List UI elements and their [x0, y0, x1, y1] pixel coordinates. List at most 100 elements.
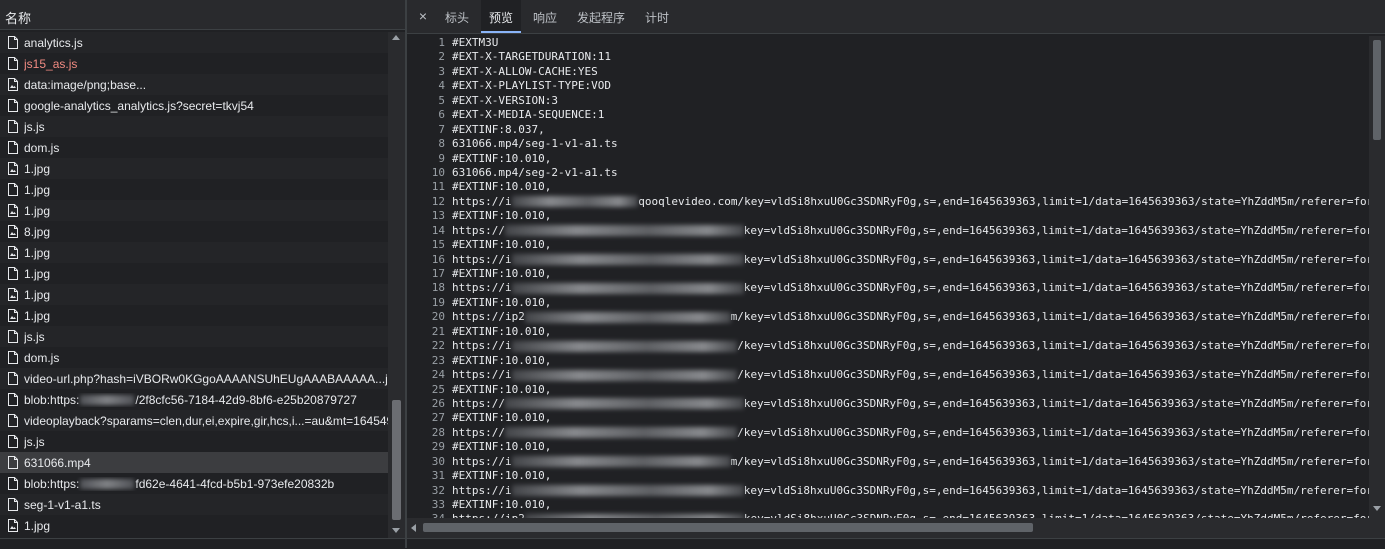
request-name: dom.js: [24, 350, 60, 365]
request-row[interactable]: data:image/png;base...: [0, 74, 388, 95]
request-row[interactable]: blob:https:/2f8cfc56-7184-42d9-8bf6-e25b…: [0, 389, 388, 410]
code-text: #EXTINF:10.010,: [452, 180, 552, 194]
code-line: 14 https:// key=vldSi8hxuU0Gc3SDNRyF0g,s=,…: [407, 224, 1369, 238]
document-icon: [8, 330, 18, 343]
tab-response[interactable]: 响应: [531, 0, 559, 33]
request-row[interactable]: 1.jpg: [0, 200, 388, 221]
request-row[interactable]: 1.jpg: [0, 284, 388, 305]
scrollbar-thumb[interactable]: [392, 400, 401, 520]
request-row[interactable]: 631066.mp4: [0, 452, 388, 473]
request-row[interactable]: blob:https: fd62e-4641-4fcd-b5b1-973efe20…: [0, 473, 388, 494]
name-column-label: 名称: [5, 11, 32, 26]
code-text: #EXTINF:10.010,: [452, 498, 552, 511]
document-icon: [8, 183, 18, 196]
code-text: #EXTINF:10.010,: [452, 382, 552, 396]
image-file-icon: [8, 246, 18, 259]
code-line: 4 #EXT-X-PLAYLIST-TYPE:VOD: [407, 79, 1369, 93]
request-row[interactable]: videoplayback?sparams=clen,dur,ei,expire…: [0, 410, 388, 431]
close-icon[interactable]: ×: [415, 7, 431, 25]
request-row[interactable]: analytics.js: [0, 32, 388, 53]
request-name: blob:https: fd62e-4641-4fcd-b5b1-973efe20…: [24, 476, 335, 491]
code-line: 9 #EXTINF:10.010,: [407, 152, 1369, 166]
redaction-blur: [511, 485, 744, 497]
code-text: #EXTINF:10.010,: [452, 324, 552, 338]
preview-vertical-scrollbar[interactable]: [1369, 36, 1385, 518]
document-icon: [8, 120, 18, 133]
line-number: 30: [431, 454, 445, 468]
line-number: 22: [431, 339, 445, 353]
request-row[interactable]: 1.jpg: [0, 515, 388, 536]
request-row[interactable]: dom.js: [0, 347, 388, 368]
request-name: 1.jpg: [24, 518, 51, 533]
code-text: #EXTINF:10.010,: [452, 469, 552, 483]
code-line: 20 https://ip2 m/key=vldSi8hxuU0Gc3SDNRyF0…: [407, 310, 1369, 324]
request-name: js.js: [24, 119, 45, 134]
preview-code-view[interactable]: 1 #EXTM3U 2 #EXT-X-TARGETDURATION:11 3 #EXT-X…: [407, 36, 1369, 518]
redaction-blur: [511, 340, 738, 352]
document-icon: [8, 372, 18, 385]
scroll-left-arrow-icon[interactable]: [411, 524, 416, 532]
code-line: 33 #EXTINF:10.010,: [407, 498, 1369, 512]
scrollbar-thumb[interactable]: [1373, 40, 1381, 140]
tab-timing[interactable]: 计时: [643, 0, 671, 33]
request-list-panel: 名称 analytics.js js15_as.js data:image/png;…: [0, 0, 405, 549]
line-number: 20: [431, 310, 445, 324]
scrollbar-thumb[interactable]: [423, 523, 1033, 532]
name-column-header[interactable]: 名称: [0, 0, 405, 30]
request-row[interactable]: 1.jpg: [0, 242, 388, 263]
request-row[interactable]: seg-1-v1-a1.ts: [0, 494, 388, 515]
redaction-blur: [504, 225, 744, 237]
request-row[interactable]: js15_as.js: [0, 53, 388, 74]
request-name: blob:https:/2f8cfc56-7184-42d9-8bf6-e25b…: [24, 392, 357, 407]
preview-panel: × 标头 预览 响应 发起程序 计时 1 #EXTM3U 2 #EXT-X-TARGE…: [407, 0, 1385, 549]
request-name: 1.jpg: [24, 266, 51, 281]
code-text: key=vldSi8hxuU0Gc3SDNRyF0g,s=,end=164563…: [743, 252, 1369, 266]
request-row[interactable]: 8.jpg: [0, 221, 388, 242]
tab-preview[interactable]: 预览: [481, 0, 522, 33]
code-line: 28 https:// /key=vldSi8hxuU0Gc3SDNRyF0g,s=…: [407, 426, 1369, 440]
request-row[interactable]: 1.jpg: [0, 158, 388, 179]
code-text: https://i: [452, 483, 512, 497]
scroll-down-arrow-icon[interactable]: [1373, 506, 1381, 511]
code-text: key=vldSi8hxuU0Gc3SDNRyF0g,s=,end=164563…: [743, 396, 1369, 410]
scroll-up-arrow-icon[interactable]: [392, 35, 400, 40]
code-text: key=vldSi8hxuU0Gc3SDNRyF0g,s=,end=164563…: [743, 223, 1369, 237]
image-file-icon: [8, 162, 18, 175]
request-row[interactable]: js.js: [0, 326, 388, 347]
line-number: 15: [431, 238, 445, 252]
request-row[interactable]: js.js: [0, 431, 388, 452]
code-text: https://i: [452, 368, 512, 382]
tab-initiator[interactable]: 发起程序: [575, 0, 627, 33]
line-number: 23: [431, 353, 445, 367]
preview-horizontal-scrollbar[interactable]: [407, 518, 1385, 538]
code-line: 13 #EXTINF:10.010,: [407, 209, 1369, 223]
request-row[interactable]: js.js: [0, 116, 388, 137]
image-file-icon: [8, 519, 18, 532]
line-number: 26: [431, 396, 445, 410]
request-row[interactable]: 1.jpg: [0, 263, 388, 284]
line-number: 4: [438, 79, 445, 93]
code-text: 631066.mp4/seg-1-v1-a1.ts: [452, 137, 618, 151]
line-number: 17: [431, 267, 445, 280]
request-row[interactable]: video-url.php?hash=iVBORw0KGgoAAAANSUhEU…: [0, 368, 388, 389]
line-number: 9: [438, 151, 445, 165]
request-name: videoplayback?sparams=clen,dur,ei,expire…: [24, 413, 388, 428]
document-icon: [8, 435, 18, 448]
request-name: 1.jpg: [24, 161, 51, 176]
request-row[interactable]: dom.js: [0, 137, 388, 158]
line-number: 6: [438, 108, 445, 122]
request-row[interactable]: 1.jpg: [0, 179, 388, 200]
tab-headers[interactable]: 标头: [443, 0, 471, 33]
code-line: 21 #EXTINF:10.010,: [407, 325, 1369, 339]
code-text: https://i: [452, 281, 512, 295]
request-row[interactable]: 1.jpg: [0, 305, 388, 326]
request-name: js15_as.js: [24, 56, 78, 71]
code-text: https://: [452, 425, 505, 439]
line-number: 18: [431, 281, 445, 295]
request-row[interactable]: google-analytics_analytics.js?secret=tkv…: [0, 95, 388, 116]
request-list-scrollbar[interactable]: [388, 32, 405, 538]
code-text: #EXTINF:10.010,: [452, 353, 552, 367]
redaction-blur: [511, 282, 744, 294]
scroll-down-arrow-icon[interactable]: [392, 528, 400, 533]
code-line: 22 https://i/key=vldSi8hxuU0Gc3SDNRyF0g,s…: [407, 339, 1369, 353]
